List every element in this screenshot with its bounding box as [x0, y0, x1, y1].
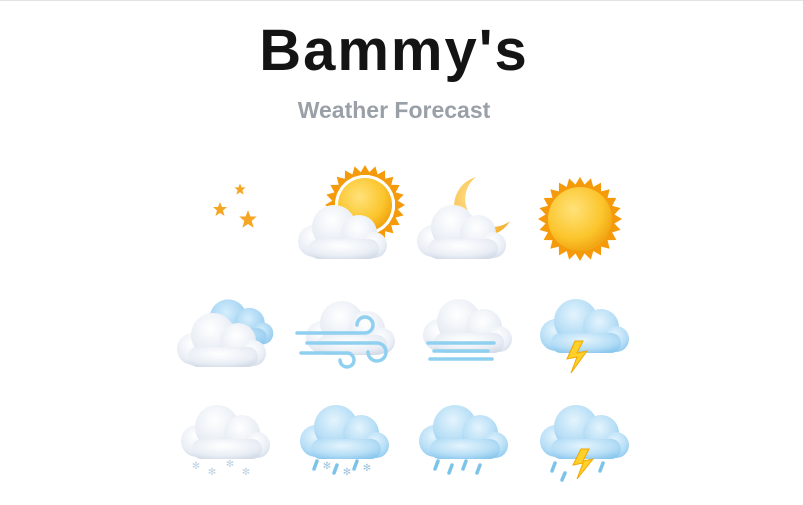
svg-text:✻: ✻ [241, 467, 249, 478]
svg-text:✻: ✻ [191, 461, 199, 472]
svg-text:✻: ✻ [342, 467, 350, 478]
page-title: Bammy's [259, 18, 529, 83]
page-subtitle: Weather Forecast [297, 97, 491, 123]
fog-icon [401, 272, 520, 378]
sleet-icon: ✻ ✻ ✻ [282, 378, 401, 484]
cloudy-icon [163, 272, 282, 378]
partly-cloudy-night-icon [401, 166, 520, 272]
windy-icon [282, 272, 401, 378]
partly-cloudy-day-icon [282, 164, 405, 272]
svg-text:✻: ✻ [207, 467, 215, 478]
top-border [0, 0, 803, 1]
weather-icon-grid: ✻ ✻ ✻ ✻ ✻ ✻ ✻ [163, 164, 639, 484]
svg-text:✻: ✻ [225, 459, 233, 470]
svg-text:✻: ✻ [362, 463, 370, 474]
clear-night-icon [163, 166, 282, 272]
thunderstorm-icon [520, 272, 639, 378]
clear-day-icon [520, 166, 639, 272]
rain-icon [401, 378, 520, 484]
svg-text:✻: ✻ [322, 461, 330, 472]
snow-icon: ✻ ✻ ✻ ✻ [163, 378, 282, 484]
thunder-rain-icon [520, 378, 639, 484]
